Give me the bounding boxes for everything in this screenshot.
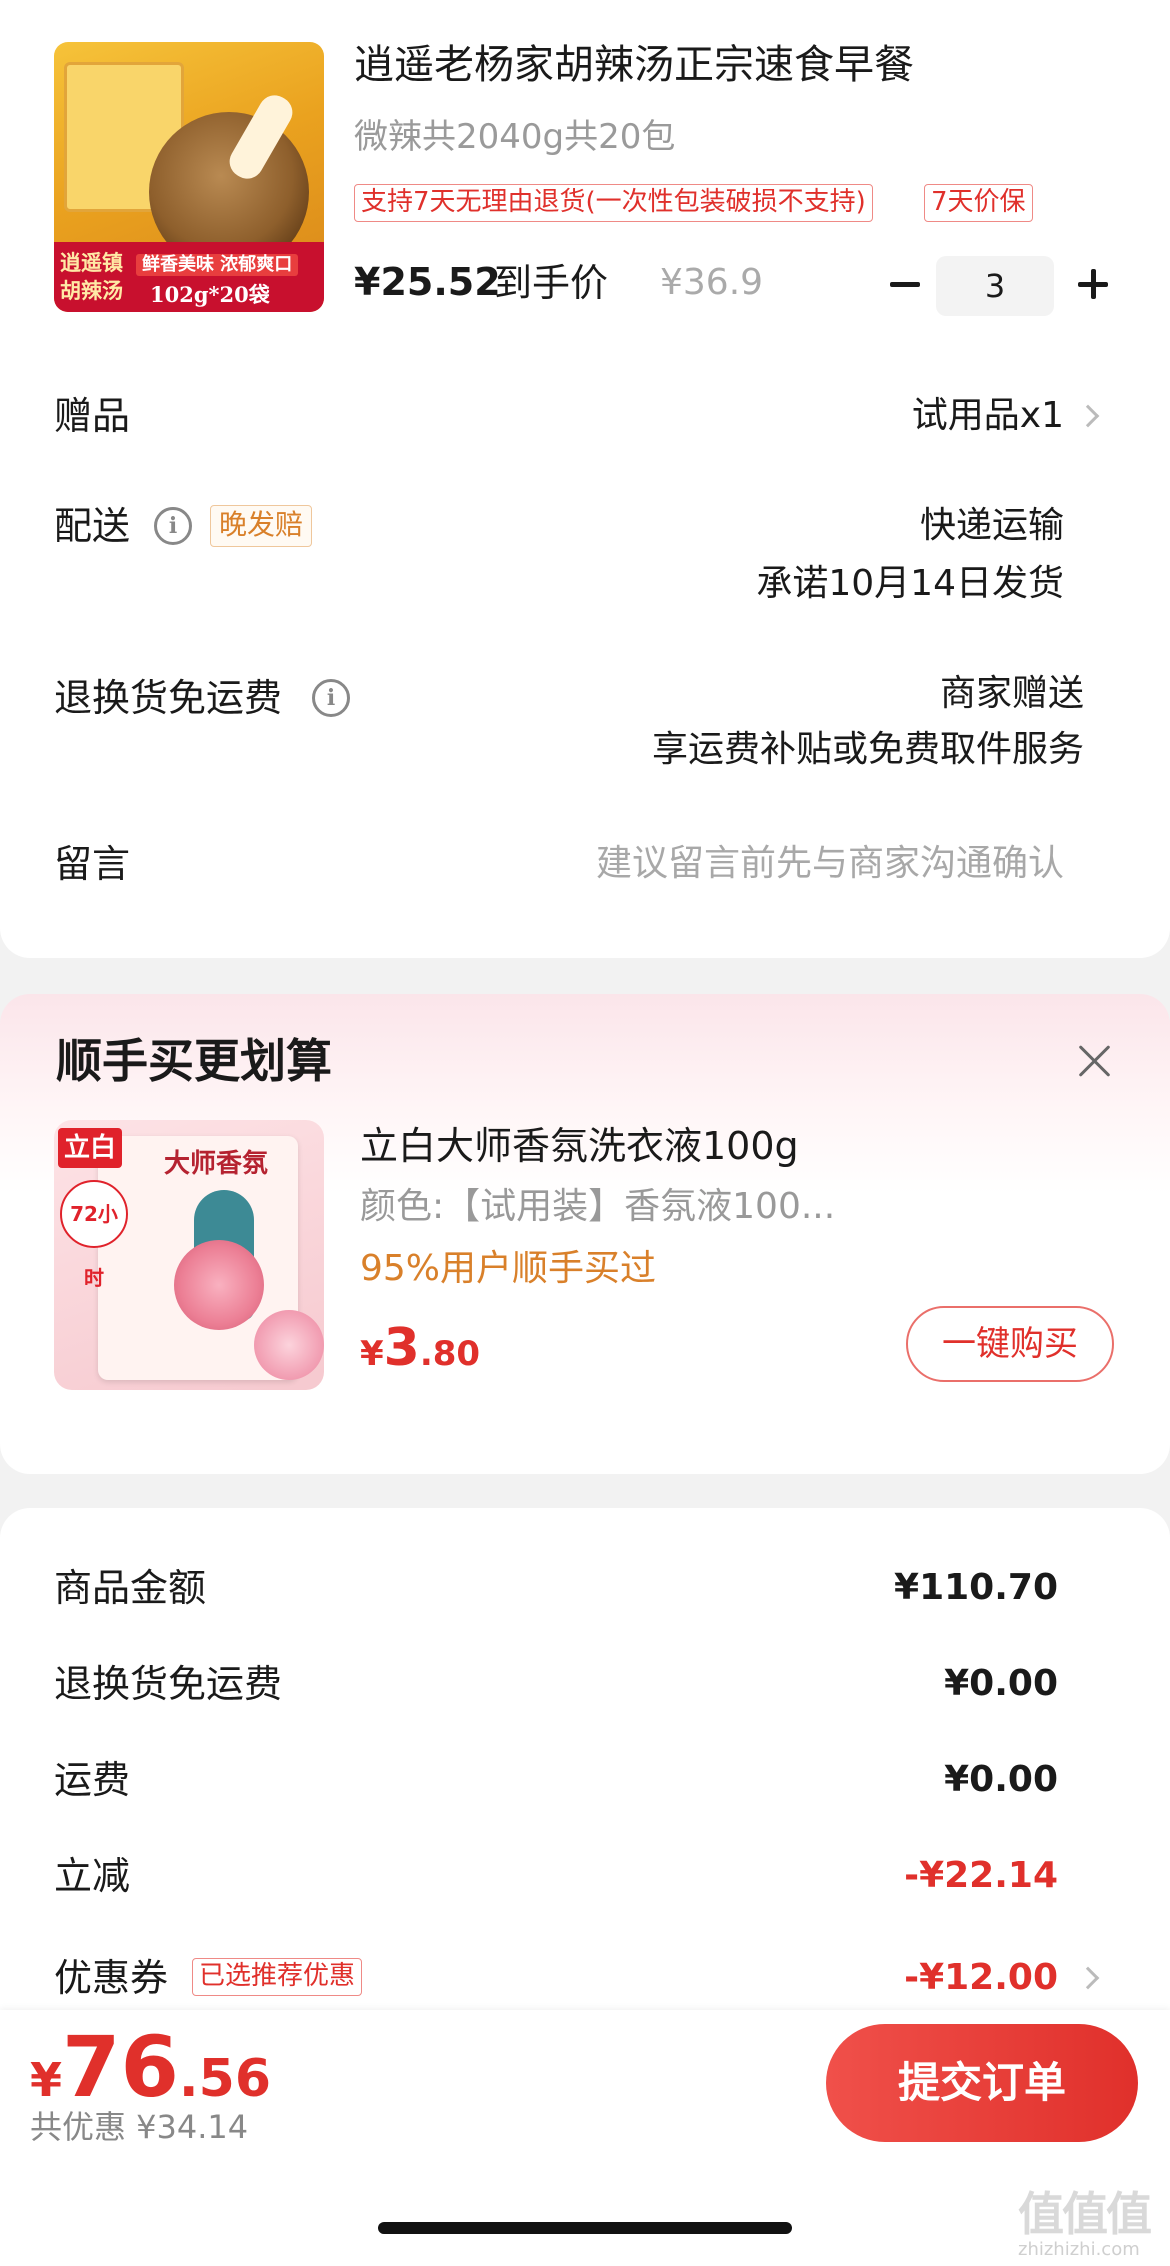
return-fee-label: 退换货免运费 <box>54 1662 283 1706</box>
chevron-right-icon[interactable] <box>1076 404 1100 428</box>
watermark-logo: 值值值 <box>1018 2187 1152 2241</box>
product-image[interactable]: 逍遥镇 胡辣汤 鲜香美味 浓郁爽口 102g*20袋 <box>54 42 324 312</box>
price-integer: 3 <box>383 1318 420 1378</box>
delivery-promise: 承诺10月14日发货 <box>756 563 1064 604</box>
product-price: ¥25.52 <box>354 260 501 304</box>
coupon-selected-tag: 已选推荐优惠 <box>192 1958 363 1996</box>
return-policy-tag: 支持7天无理由退货(一次性包装破损不支持) <box>354 184 873 222</box>
upsell-social-proof: 95%用户顺手买过 <box>360 1248 657 1289</box>
product-image-pack: 102g*20袋 <box>150 282 270 307</box>
return-fee-value: ¥0.00 <box>944 1663 1058 1704</box>
upsell-product-name[interactable]: 立白大师香氛洗衣液100g <box>360 1118 799 1174</box>
price-decimal: .80 <box>419 1334 481 1374</box>
info-icon[interactable]: i <box>154 507 192 545</box>
total-decimal: .56 <box>178 2049 272 2109</box>
brand-logo: 立白 <box>58 1128 123 1168</box>
message-input[interactable]: 建议留言前先与商家沟通确认 <box>596 836 1064 892</box>
discount-value: -¥22.14 <box>904 1855 1058 1896</box>
shipping-label: 运费 <box>54 1758 131 1802</box>
upsell-product-image[interactable]: 立白 大师香氛 72小时 <box>54 1120 324 1390</box>
close-icon[interactable] <box>1074 1040 1116 1082</box>
late-delivery-badge: 晚发赔 <box>210 505 313 547</box>
flower-graphic <box>174 1240 264 1330</box>
goods-amount-label: 商品金额 <box>54 1566 207 1610</box>
return-shipping-value: 商家赠送 <box>939 673 1084 714</box>
increase-quantity-button[interactable] <box>1068 256 1118 312</box>
product-image-flavor: 鲜香美味 浓郁爽口 <box>136 254 299 276</box>
product-image-line1: 逍遥镇 <box>60 251 123 275</box>
flower-graphic <box>254 1310 324 1380</box>
original-price: ¥36.9 <box>660 262 764 303</box>
currency-symbol: ¥ <box>360 1334 384 1374</box>
submit-order-button[interactable]: 提交订单 <box>826 2024 1138 2142</box>
one-click-buy-button[interactable]: 一键购买 <box>906 1306 1114 1382</box>
gift-value[interactable]: 试用品x1 <box>912 388 1064 444</box>
duration-badge: 72小时 <box>60 1180 128 1290</box>
upsell-title: 顺手买更划算 <box>56 1034 332 1088</box>
product-image-line2: 胡辣汤 <box>60 279 123 303</box>
return-shipping-detail: 享运费补贴或免费取件服务 <box>651 729 1084 770</box>
total-integer: 76 <box>62 2018 179 2116</box>
return-shipping-label: 退换货免运费 <box>54 676 283 720</box>
coupon-value[interactable]: -¥12.00 <box>904 1950 1058 2006</box>
home-indicator[interactable] <box>378 2222 792 2234</box>
delivery-label: 配送 <box>54 504 131 548</box>
price-suffix: 到手价 <box>494 261 609 305</box>
decrease-quantity-button[interactable] <box>880 256 930 312</box>
total-saving: 共优惠 ¥34.14 <box>30 2108 249 2146</box>
brand-product-name: 大师香氛 <box>164 1149 269 1179</box>
quantity-input[interactable]: 3 <box>936 256 1054 316</box>
upsell-price: ¥3.80 <box>360 1318 480 1378</box>
goods-amount-value: ¥110.70 <box>894 1567 1058 1608</box>
shipping-value: ¥0.00 <box>944 1759 1058 1800</box>
upsell-product-variant: 颜色:【试用装】香氛液100... <box>360 1186 836 1227</box>
discount-label: 立减 <box>54 1854 131 1898</box>
watermark-text: zhizhizhi.com <box>1018 2239 1140 2260</box>
product-title[interactable]: 逍遥老杨家胡辣汤正宗速食早餐 <box>354 36 914 94</box>
info-icon[interactable]: i <box>312 679 350 717</box>
total-price: ¥76.56 <box>30 2018 271 2116</box>
currency-symbol: ¥ <box>30 2053 63 2107</box>
gift-label: 赠品 <box>54 394 131 438</box>
price-protect-tag: 7天价保 <box>924 184 1033 222</box>
product-spec[interactable]: 微辣共2040g共20包 <box>354 112 675 162</box>
order-item-card: 逍遥镇 胡辣汤 鲜香美味 浓郁爽口 102g*20袋 逍遥老杨家胡辣汤正宗速食早… <box>0 0 1170 958</box>
delivery-method: 快递运输 <box>919 505 1064 546</box>
coupon-label: 优惠券 <box>54 1956 169 2000</box>
message-label: 留言 <box>54 842 131 886</box>
